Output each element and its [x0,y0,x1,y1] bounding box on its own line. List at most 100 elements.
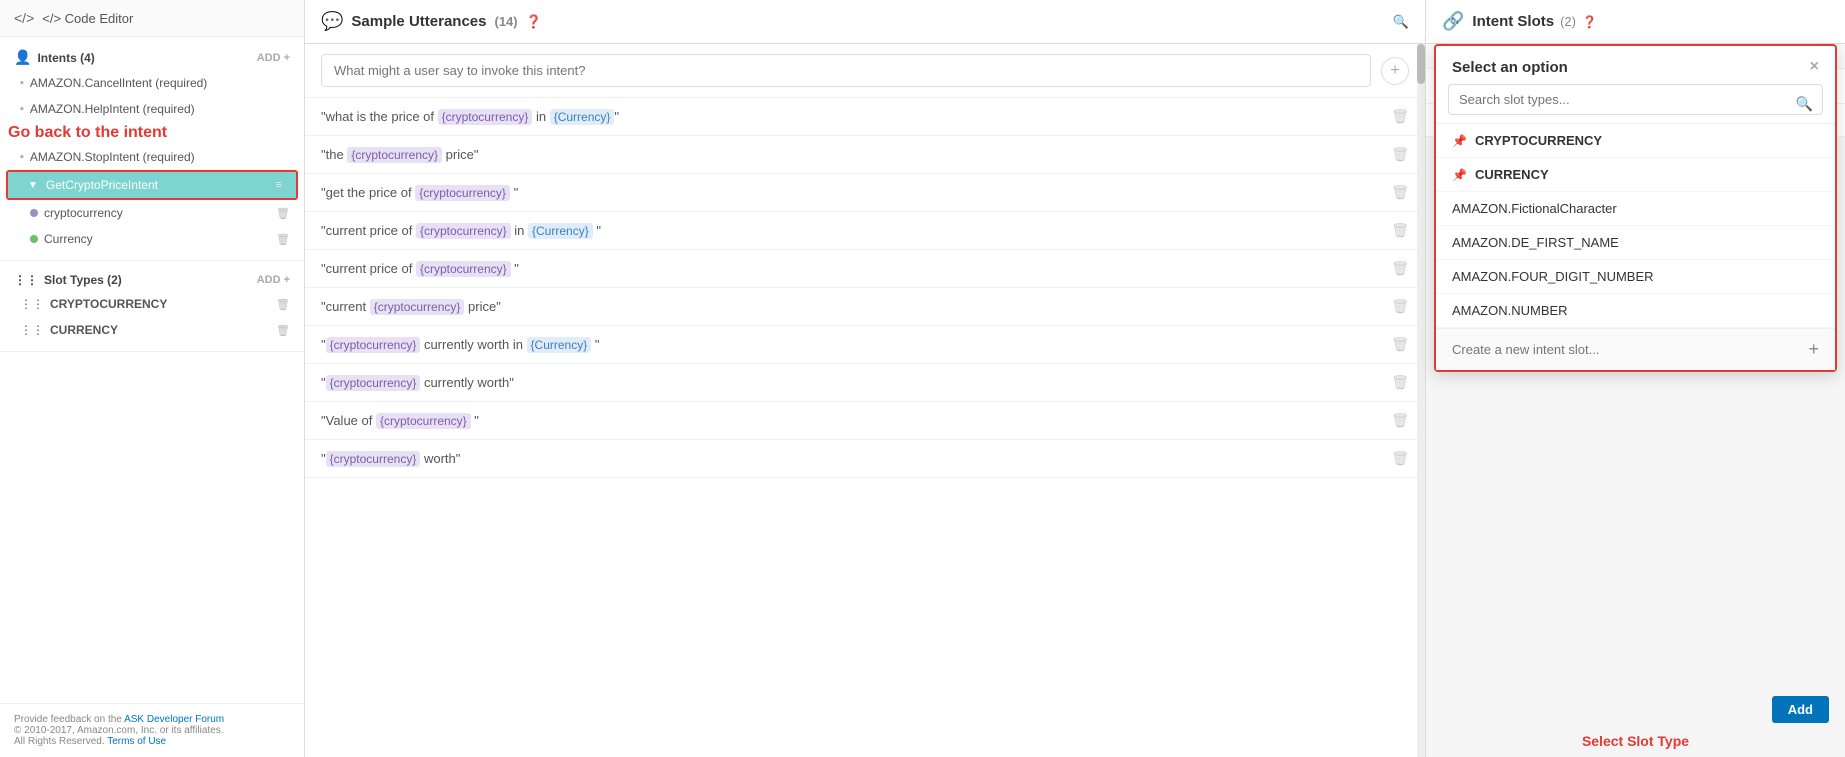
slot-option-item[interactable]: AMAZON.NUMBER [1436,294,1835,328]
utterance-plain-text: currently worth in [420,337,526,352]
utterance-row: "get the price of {cryptocurrency} "🗑 [305,174,1425,212]
slot-option-item[interactable]: 📌CRYPTOCURRENCY [1436,124,1835,158]
utterance-plain-text: " [593,223,601,238]
create-new-slot-input[interactable] [1452,342,1808,357]
sidebar-subitem-currency[interactable]: Currency 🗑 [10,226,304,252]
utterance-plain-text: " [321,375,326,390]
utterance-delete-icon[interactable]: 🗑 [1391,108,1409,125]
currency-trash-icon[interactable]: 🗑 [276,233,290,246]
slot-tag-purple[interactable]: {cryptocurrency} [347,147,442,163]
slot-types-icon: ⋮⋮ [14,273,38,287]
slot-tag-purple[interactable]: {cryptocurrency} [415,185,510,201]
select-option-panel: Select an option × 🔍 📌CRYPTOCURRENCY📌CUR… [1436,46,1835,370]
slot-types-title: ⋮⋮ Slot Types (2) [14,273,122,287]
code-editor-label: </> Code Editor [42,11,133,26]
sidebar-footer: Provide feedback on the ASK Developer Fo… [0,703,304,757]
slot-tag-purple[interactable]: {cryptocurrency} [326,337,421,353]
utterance-text: "{cryptocurrency} currently worth in {Cu… [321,337,1381,352]
slot-tag-purple[interactable]: {cryptocurrency} [376,413,471,429]
utterance-delete-icon[interactable]: 🗑 [1391,260,1409,277]
slot-tag-purple[interactable]: {cryptocurrency} [370,299,465,315]
utterance-delete-icon[interactable]: 🗑 [1391,298,1409,315]
utterance-text: "{cryptocurrency} worth" [321,451,1381,466]
sidebar-item-cancel[interactable]: ▪ AMAZON.CancelIntent (required) [0,70,304,96]
slot-crypto-trash[interactable]: 🗑 [276,298,290,311]
utterance-delete-icon[interactable]: 🗑 [1391,222,1409,239]
utterance-plain-text: in [511,223,528,238]
crypto-trash-icon[interactable]: 🗑 [276,207,290,220]
sidebar-slot-cryptocurrency[interactable]: ⋮⋮ CRYPTOCURRENCY 🗑 [0,291,304,317]
utterances-header: 💬 Sample Utterances (14) ❓ 🔍 [305,0,1425,44]
slot-option-label: AMAZON.DE_FIRST_NAME [1452,235,1619,250]
utterance-row: "{cryptocurrency} currently worth in {Cu… [305,326,1425,364]
utterance-plain-text: "current [321,299,370,314]
utterance-text: "the {cryptocurrency} price" [321,147,1381,162]
code-editor-header[interactable]: </> </> Code Editor [0,0,304,37]
sub-items: cryptocurrency 🗑 Currency 🗑 [0,200,304,252]
slot-tag-purple[interactable]: {cryptocurrency} [416,261,511,277]
right-panel-bottom-controls: Add [1772,696,1829,723]
select-option-close[interactable]: × [1810,58,1819,76]
utterance-add-button[interactable]: + [1381,57,1409,85]
main-scroll-thumb [1417,44,1425,84]
utterances-icon: 💬 [321,11,343,32]
slot-option-item[interactable]: AMAZON.DE_FIRST_NAME [1436,226,1835,260]
slot-option-label: AMAZON.NUMBER [1452,303,1568,318]
utterance-delete-icon[interactable]: 🗑 [1391,336,1409,353]
help-item-icon: ▪ [20,103,24,115]
slot-types-add-button[interactable]: ADD + [257,274,290,286]
getcrypto-options-icon: ≡ [276,179,282,191]
utterance-delete-icon[interactable]: 🗑 [1391,184,1409,201]
currency-subitem-label: Currency [44,232,93,246]
select-option-header: Select an option × [1436,46,1835,84]
getcrypto-arrow: ▼ [28,180,38,191]
slot-option-item[interactable]: AMAZON.FOUR_DIGIT_NUMBER [1436,260,1835,294]
utterance-text: "Value of {cryptocurrency} " [321,413,1381,428]
slot-tag-blue[interactable]: {Currency} [528,223,593,239]
forum-link[interactable]: ASK Developer Forum [124,714,224,725]
utterances-count: (14) [494,14,517,29]
utterance-delete-icon[interactable]: 🗑 [1391,412,1409,429]
slot-option-item[interactable]: 📌CURRENCY [1436,158,1835,192]
slot-tag-blue[interactable]: {Currency} [527,337,592,353]
slot-tag-purple[interactable]: {cryptocurrency} [326,451,421,467]
utterance-row: "current price of {cryptocurrency} "🗑 [305,250,1425,288]
terms-link[interactable]: Terms of Use [107,736,166,747]
utterance-delete-icon[interactable]: 🗑 [1391,374,1409,391]
utterance-input[interactable] [321,54,1371,87]
sidebar-item-stop[interactable]: ▪ AMAZON.StopIntent (required) [0,144,304,170]
feedback-text: Provide feedback on the [14,714,122,725]
utterance-plain-text: " [511,261,519,276]
intents-section-header: 👤 Intents (4) ADD + [0,45,304,70]
code-editor-icon: </> [14,10,34,26]
slot-tag-blue[interactable]: {Currency} [550,109,615,125]
utterance-delete-icon[interactable]: 🗑 [1391,146,1409,163]
slot-tag-purple[interactable]: {cryptocurrency} [416,223,511,239]
utterances-search-button[interactable]: 🔍 [1393,14,1409,30]
slot-currency-trash[interactable]: 🗑 [276,324,290,337]
slot-option-item[interactable]: AMAZON.FictionalCharacter [1436,192,1835,226]
slot-tag-purple[interactable]: {cryptocurrency} [438,109,533,125]
sidebar-subitem-cryptocurrency[interactable]: cryptocurrency 🗑 [10,200,304,226]
slot-tag-purple[interactable]: {cryptocurrency} [326,375,421,391]
main-content: 💬 Sample Utterances (14) ❓ 🔍 + "what is … [305,0,1425,757]
utterance-plain-text: " [321,337,326,352]
sidebar-item-getcrypto[interactable]: ▼ GetCryptoPriceIntent ≡ [8,172,296,198]
slot-currency-label: CURRENCY [50,323,118,337]
intents-add-button[interactable]: ADD + [257,52,290,64]
search-slot-wrapper: 🔍 [1436,84,1835,123]
intents-title: 👤 Intents (4) [14,49,95,66]
utterance-plain-text: " [471,413,479,428]
sidebar-slot-currency[interactable]: ⋮⋮ CURRENCY 🗑 [0,317,304,343]
add-slot-button[interactable]: Add [1772,696,1829,723]
slot-options-list: 📌CRYPTOCURRENCY📌CURRENCYAMAZON.Fictional… [1436,123,1835,328]
search-slot-input[interactable] [1448,84,1823,115]
slot-option-label: CRYPTOCURRENCY [1475,133,1602,148]
create-new-slot-row[interactable]: + [1436,328,1835,370]
sidebar-item-help[interactable]: ▪ AMAZON.HelpIntent (required) [0,96,304,122]
main-scroll-bar[interactable] [1417,44,1425,757]
utterance-delete-icon[interactable]: 🗑 [1391,450,1409,467]
utterance-row: "{cryptocurrency} currently worth"🗑 [305,364,1425,402]
utterance-plain-text: worth" [420,451,460,466]
intent-slots-count: (2) [1560,14,1576,29]
